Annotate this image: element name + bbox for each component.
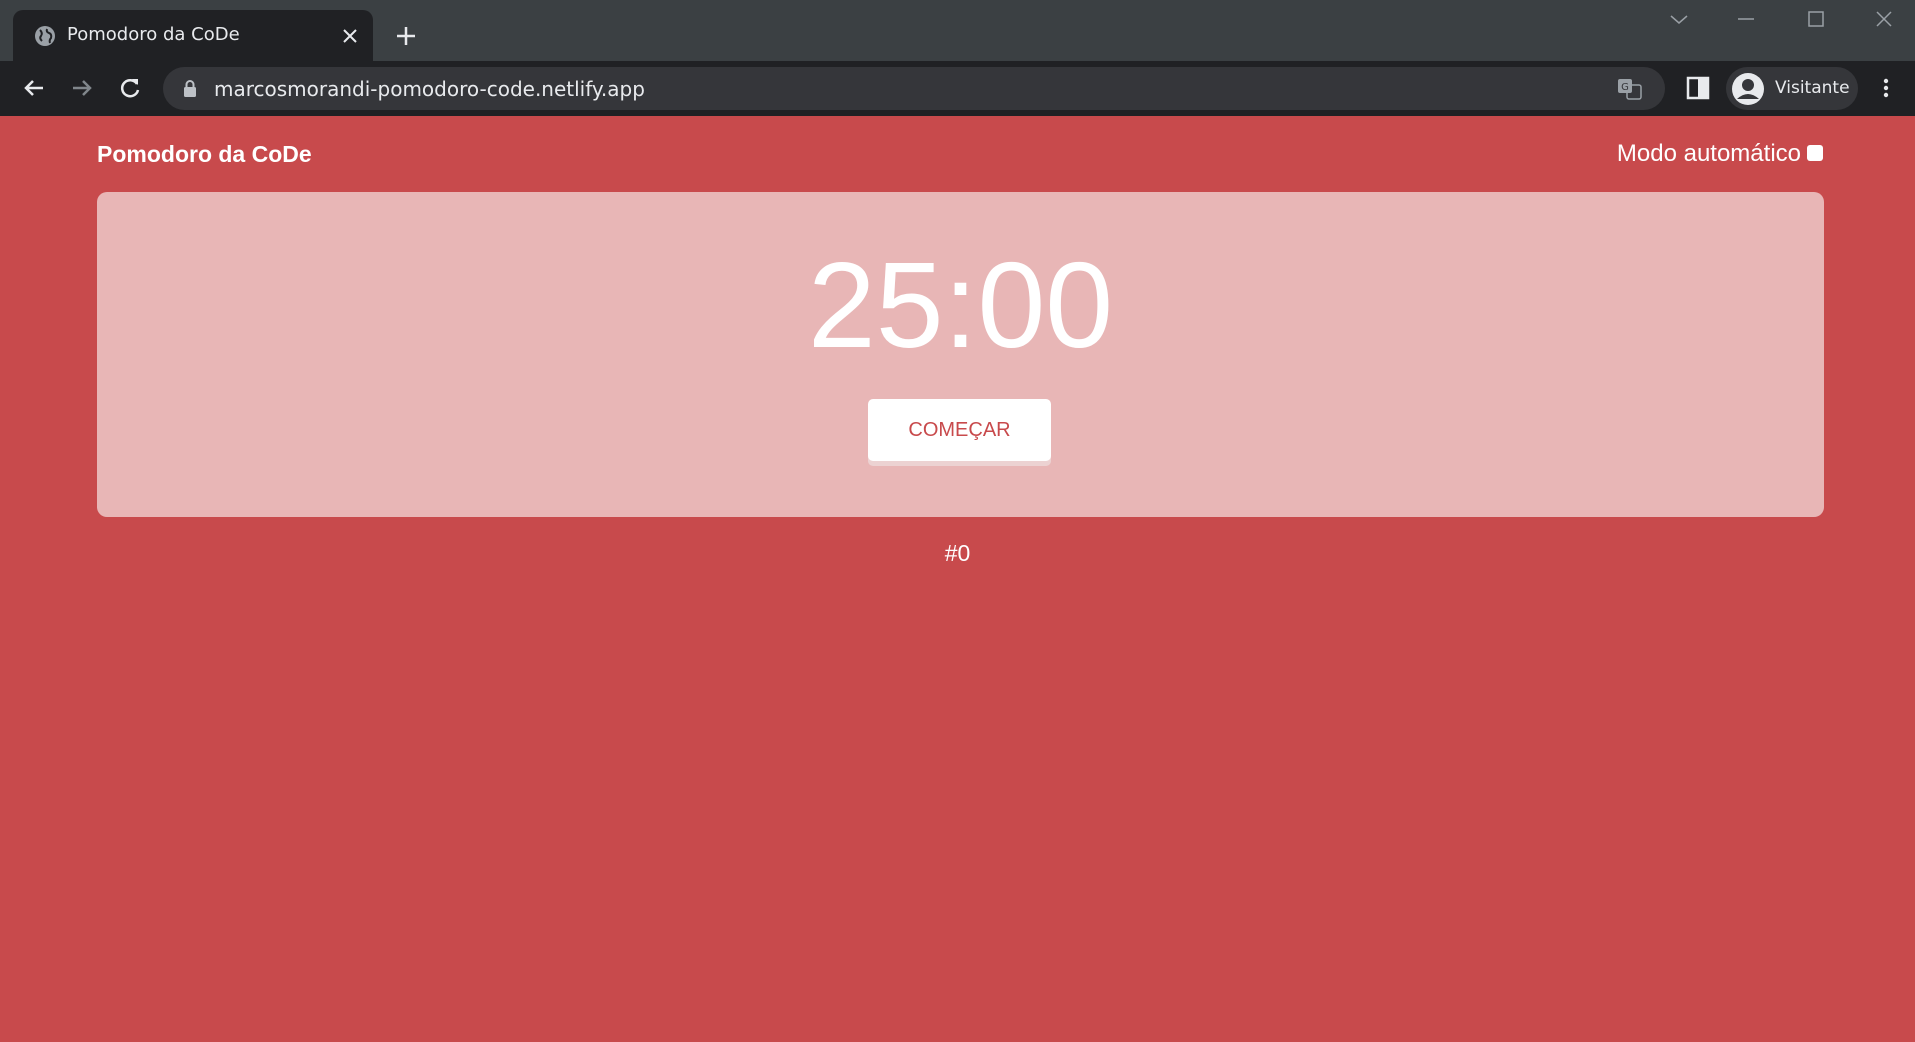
kebab-menu-icon[interactable]: [1876, 73, 1896, 103]
tab-title: Pomodoro da CoDe: [67, 24, 240, 45]
url-text[interactable]: marcosmorandi-pomodoro-code.netlify.app: [214, 77, 645, 101]
globe-icon: [35, 26, 55, 46]
page-content: Pomodoro da CoDe Modo automático 25:00 C…: [0, 116, 1915, 1042]
profile-name: Visitante: [1775, 78, 1850, 98]
maximize-icon[interactable]: [1796, 6, 1836, 36]
start-button[interactable]: COMEÇAR: [868, 399, 1051, 461]
side-panel-icon[interactable]: [1685, 75, 1711, 101]
browser-tab[interactable]: Pomodoro da CoDe: [13, 10, 373, 61]
window-close-icon[interactable]: [1864, 6, 1904, 36]
lock-icon[interactable]: [181, 79, 199, 99]
address-bar[interactable]: marcosmorandi-pomodoro-code.netlify.app …: [163, 67, 1665, 110]
avatar-icon: [1732, 73, 1764, 105]
new-tab-plus-icon[interactable]: [392, 22, 420, 50]
auto-mode-checkbox[interactable]: [1807, 145, 1823, 161]
auto-mode-label: Modo automático: [1616, 140, 1801, 167]
minimize-icon[interactable]: [1726, 6, 1766, 36]
close-icon[interactable]: [338, 24, 362, 48]
timer-card: 25:00 COMEÇAR: [97, 192, 1824, 517]
arrow-right-icon[interactable]: [67, 73, 97, 103]
browser-toolbar: marcosmorandi-pomodoro-code.netlify.app …: [0, 61, 1915, 116]
reload-icon[interactable]: [115, 73, 145, 103]
arrow-left-icon[interactable]: [19, 73, 49, 103]
auto-mode-toggle[interactable]: Modo automático: [1617, 140, 1823, 168]
timer-display: 25:00: [807, 237, 1114, 373]
app-title: Pomodoro da CoDe: [97, 141, 312, 167]
profile-button[interactable]: Visitante: [1726, 67, 1858, 110]
translate-icon[interactable]: G: [1617, 77, 1643, 101]
svg-text:G: G: [1621, 82, 1629, 93]
browser-tab-bar: Pomodoro da CoDe: [0, 0, 1915, 61]
tab-search-chevron-icon[interactable]: [1659, 6, 1699, 36]
cycle-counter: #0: [944, 540, 971, 566]
